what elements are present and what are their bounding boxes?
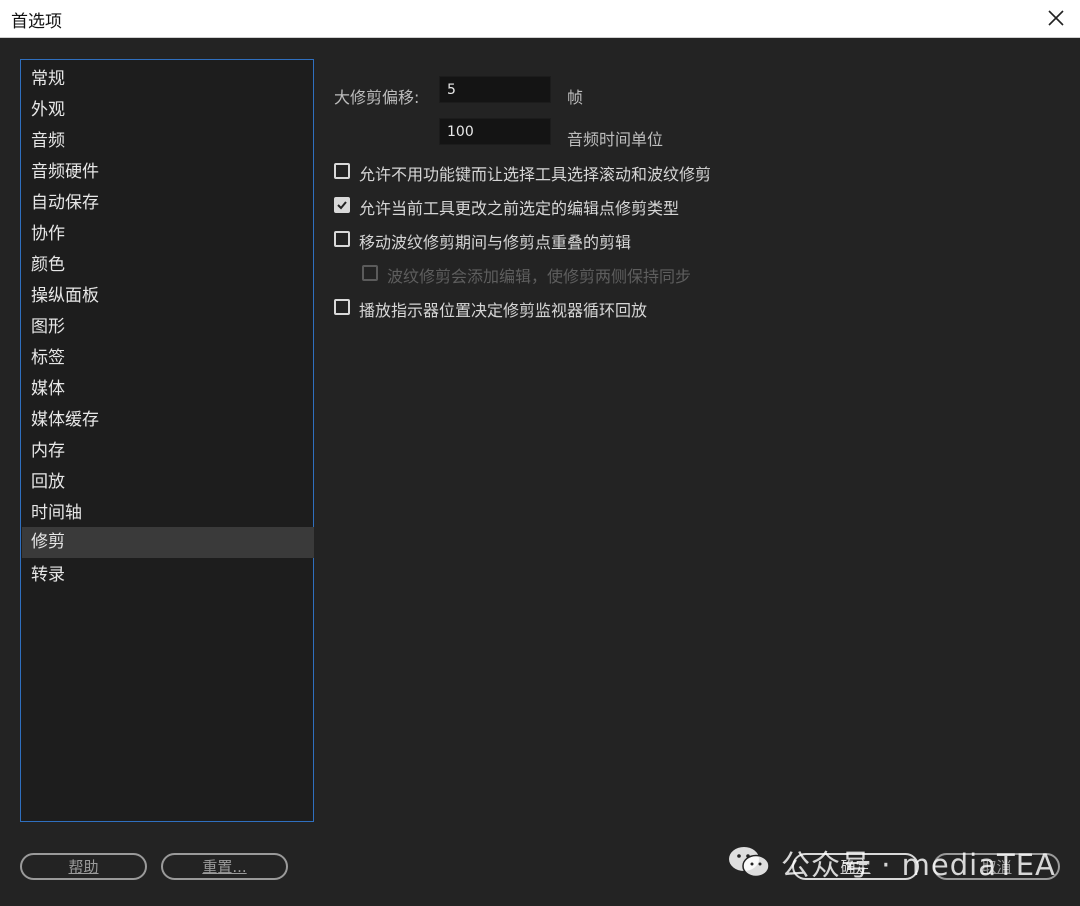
option-label: 波纹修剪会添加编辑，使修剪两侧保持同步 — [387, 267, 692, 286]
sidebar-item-graphics[interactable]: 图形 — [22, 312, 314, 343]
option-label: 允许当前工具更改之前选定的编辑点修剪类型 — [359, 199, 680, 218]
sidebar-item-memory[interactable]: 内存 — [22, 436, 314, 467]
checkbox-move-overlapping-clips[interactable] — [334, 231, 350, 247]
sidebar-item-audio[interactable]: 音频 — [22, 126, 314, 157]
sidebar-item-audio-hardware[interactable]: 音频硬件 — [22, 157, 314, 188]
sidebar-item-appearance[interactable]: 外观 — [22, 95, 314, 126]
close-icon[interactable] — [1044, 6, 1068, 30]
sidebar-item-collaboration[interactable]: 协作 — [22, 219, 314, 250]
checkmark-icon — [337, 201, 347, 210]
sidebar-item-transcription[interactable]: 转录 — [22, 560, 314, 591]
audio-offset-input[interactable] — [439, 118, 551, 145]
title-bar: 首选项 — [0, 0, 1080, 38]
option-label: 允许不用功能键而让选择工具选择滚动和波纹修剪 — [359, 165, 712, 184]
sidebar-item-trim[interactable]: 修剪 — [22, 527, 314, 558]
window-title: 首选项 — [11, 12, 62, 32]
sidebar-item-auto-save[interactable]: 自动保存 — [22, 188, 314, 219]
audio-units-label: 音频时间单位 — [567, 130, 664, 149]
frames-offset-input[interactable] — [439, 76, 551, 103]
large-trim-offset-label: 大修剪偏移: — [334, 88, 420, 107]
watermark-text: 公众号 · mediaTEA — [781, 848, 1056, 882]
reset-button[interactable]: 重置... — [161, 853, 288, 880]
checkbox-no-modifier-roll-ripple[interactable] — [334, 163, 350, 179]
sidebar-item-color[interactable]: 颜色 — [22, 250, 314, 281]
checkbox-ripple-sync — [362, 265, 378, 281]
sidebar-item-labels[interactable]: 标签 — [22, 343, 314, 374]
watermark: 公众号 · mediaTEA — [725, 838, 1070, 888]
checkbox-playhead-loop[interactable] — [334, 299, 350, 315]
sidebar-item-timeline[interactable]: 时间轴 — [22, 498, 314, 529]
category-list: 常规 外观 音频 音频硬件 自动保存 协作 颜色 操纵面板 图形 标签 媒体 媒… — [20, 59, 314, 822]
help-button[interactable]: 帮助 — [20, 853, 147, 880]
sidebar-item-control-surface[interactable]: 操纵面板 — [22, 281, 314, 312]
sidebar-item-media[interactable]: 媒体 — [22, 374, 314, 405]
sidebar-item-playback[interactable]: 回放 — [22, 467, 314, 498]
option-label: 播放指示器位置决定修剪监视器循环回放 — [359, 301, 648, 320]
option-label: 移动波纹修剪期间与修剪点重叠的剪辑 — [359, 233, 632, 252]
checkbox-change-trim-type[interactable] — [334, 197, 350, 213]
sidebar-item-media-cache[interactable]: 媒体缓存 — [22, 405, 314, 436]
wechat-icon — [729, 847, 770, 878]
sidebar-item-general[interactable]: 常规 — [22, 64, 314, 95]
frames-unit-label: 帧 — [567, 88, 584, 107]
